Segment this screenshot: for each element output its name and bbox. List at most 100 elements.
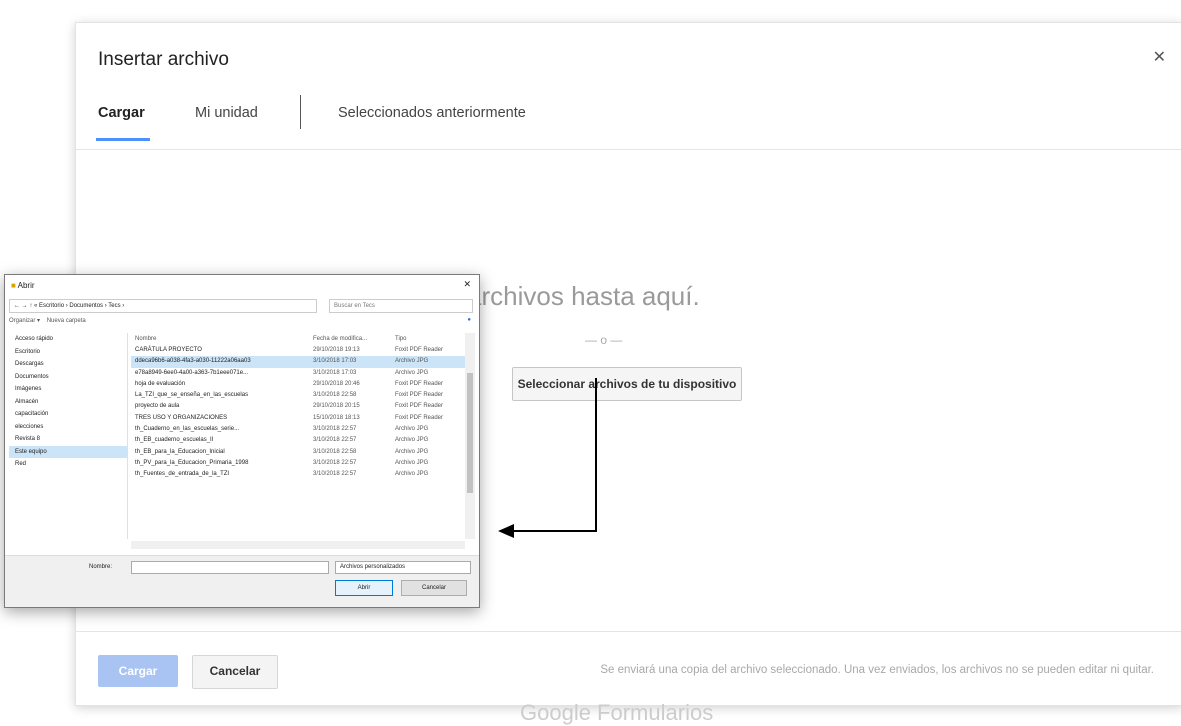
file-type: Foxit PDF Reader xyxy=(395,414,444,421)
win-bottom-bar: Nombre: Archivos personalizados Abrir Ca… xyxy=(5,555,479,607)
close-icon[interactable]: ✕ xyxy=(463,279,471,290)
help-icon[interactable]: ● xyxy=(467,317,471,323)
file-name: th_Cuaderno_en_las_escuelas_serie... xyxy=(135,426,240,433)
nav-item-capacitacion[interactable]: capacitación xyxy=(9,408,127,421)
file-row[interactable]: TRES USO Y ORGANIZACIONES 15/10/2018 18:1… xyxy=(131,413,465,424)
file-row[interactable]: La_TZI_que_se_enseña_en_las_escuelas 3/10… xyxy=(131,390,465,401)
active-tab-indicator xyxy=(96,138,150,141)
file-type: Foxit PDF Reader xyxy=(395,403,444,410)
file-row[interactable]: th_Fuentes_de_entrada_de_la_TZI 3/10/2018… xyxy=(131,469,465,480)
folder-icon: ■ xyxy=(11,281,16,290)
file-name: e78a8949-6ee0-4a00-a363-7b1eee071e... xyxy=(135,369,249,376)
up-arrow-icon[interactable]: ↑ xyxy=(29,303,32,309)
file-row[interactable]: CARÁTULA PROYECTO 29/10/2018 19:13 Foxit P… xyxy=(131,345,465,356)
file-type: Archivo JPG xyxy=(395,358,429,365)
file-date: 29/10/2018 20:15 xyxy=(313,403,360,410)
vertical-scrollbar[interactable] xyxy=(465,333,475,539)
nav-item-downloads[interactable]: Descargas xyxy=(9,358,127,371)
file-date: 3/10/2018 17:03 xyxy=(313,369,357,376)
windows-open-dialog: ■ Abrir ✕ ← → ↑ « Escritorio › Documento… xyxy=(4,274,480,608)
file-type: Archivo JPG xyxy=(395,448,429,455)
file-date: 3/10/2018 22:57 xyxy=(313,426,357,433)
nav-item-documents[interactable]: Documentos xyxy=(9,371,127,384)
win-title: ■ Abrir xyxy=(11,281,35,290)
file-row[interactable]: th_EB_cuaderno_escuelas_II 3/10/2018 22:5… xyxy=(131,435,465,446)
scrollbar-thumb[interactable] xyxy=(467,373,473,493)
close-icon[interactable]: ✕ xyxy=(1153,47,1166,67)
column-name[interactable]: Nombre xyxy=(131,333,313,345)
file-type: Archivo JPG xyxy=(395,471,429,478)
file-row[interactable]: ddeca96b6-a038-4fa3-a030-11222a06aa03 3/1… xyxy=(131,356,465,368)
file-type: Archivo JPG xyxy=(395,369,429,376)
file-type: Archivo JPG xyxy=(395,426,429,433)
column-type[interactable]: Tipo xyxy=(395,333,463,345)
file-name: hoja de evaluación xyxy=(135,380,186,387)
file-name: th_PV_para_la_Educacion_Primaria_1998 xyxy=(135,459,249,466)
file-row[interactable]: th_Cuaderno_en_las_escuelas_serie... 3/10… xyxy=(131,424,465,435)
tab-previously-selected[interactable]: Seleccionados anteriormente xyxy=(338,105,526,121)
file-name: th_EB_para_la_Educacion_Inicial xyxy=(135,448,225,455)
file-name: CARÁTULA PROYECTO xyxy=(135,347,202,353)
nav-item-network[interactable]: Red xyxy=(9,458,127,471)
file-date: 3/10/2018 22:58 xyxy=(313,392,357,399)
file-date: 3/10/2018 22:57 xyxy=(313,437,357,444)
file-name: th_Fuentes_de_entrada_de_la_TZI xyxy=(135,471,230,478)
file-name: proyecto de aula xyxy=(135,403,180,410)
file-date: 3/10/2018 22:58 xyxy=(313,448,357,455)
forward-arrow-icon[interactable]: → xyxy=(22,303,28,309)
dialog-title: Insertar archivo xyxy=(98,49,229,70)
nav-item-revista[interactable]: Revista 8 xyxy=(9,433,127,446)
cancel-button[interactable]: Cancelar xyxy=(192,655,278,689)
file-type: Archivo JPG xyxy=(395,459,429,466)
header-divider xyxy=(76,149,1181,150)
organize-menu[interactable]: Organizar ▾ xyxy=(9,318,40,324)
file-name: th_EB_cuaderno_escuelas_II xyxy=(135,437,214,444)
column-date[interactable]: Fecha de modifica... xyxy=(313,333,395,345)
address-path: « Escritorio › Documentos › Tecs › xyxy=(34,303,125,309)
file-date: 29/10/2018 20:46 xyxy=(313,380,360,387)
win-cancel-button[interactable]: Cancelar xyxy=(401,580,467,596)
file-row[interactable]: proyecto de aula 29/10/2018 20:15 Foxit PD… xyxy=(131,401,465,412)
file-name: TRES USO Y ORGANIZACIONES xyxy=(135,414,228,421)
filename-label: Nombre: xyxy=(89,564,113,570)
search-input[interactable]: Buscar en Tecs xyxy=(329,299,473,313)
win-title-text: Abrir xyxy=(17,281,35,290)
file-type: Foxit PDF Reader xyxy=(395,392,444,399)
filename-input[interactable] xyxy=(131,561,329,574)
tab-my-drive[interactable]: Mi unidad xyxy=(195,105,258,121)
google-forms-logo-text: Google Formularios xyxy=(520,700,714,725)
horizontal-scrollbar[interactable] xyxy=(131,541,465,549)
file-row[interactable]: e78a8949-6ee0-4a00-a363-7b1eee071e... 3/1… xyxy=(131,368,465,379)
upload-button[interactable]: Cargar xyxy=(98,655,178,687)
nav-item-this-pc[interactable]: Este equipo xyxy=(9,445,127,458)
file-row[interactable]: th_PV_para_la_Educacion_Primaria_1998 3/1… xyxy=(131,458,465,469)
tab-upload[interactable]: Cargar xyxy=(98,105,145,121)
file-date: 3/10/2018 17:03 xyxy=(313,358,357,365)
nav-item-images[interactable]: Imágenes xyxy=(9,383,127,396)
file-date: 15/10/2018 18:13 xyxy=(313,414,360,421)
filetype-select[interactable]: Archivos personalizados xyxy=(335,561,471,574)
list-header: Nombre Fecha de modifica... Tipo xyxy=(131,333,465,345)
address-bar[interactable]: ← → ↑ « Escritorio › Documentos › Tecs › xyxy=(9,299,317,313)
win-toolbar: Organizar ▾ Nueva carpeta ● xyxy=(9,317,475,329)
file-type: Foxit PDF Reader xyxy=(395,347,444,353)
or-separator: — o — xyxy=(585,333,623,347)
back-arrow-icon[interactable]: ← xyxy=(14,303,20,309)
nav-item-almacen[interactable]: Almacén xyxy=(9,396,127,409)
nav-item-desktop[interactable]: Escritorio xyxy=(9,346,127,359)
file-date: 29/10/2018 19:13 xyxy=(313,347,360,353)
file-name: ddeca96b6-a038-4fa3-a030-11222a06aa03 xyxy=(135,358,251,365)
file-date: 3/10/2018 22:57 xyxy=(313,471,357,478)
footer-note: Se enviará una copia del archivo selecci… xyxy=(600,664,1154,676)
file-type: Foxit PDF Reader xyxy=(395,380,444,387)
nav-item-quick-access[interactable]: Acceso rápido xyxy=(9,333,127,346)
navigation-pane: Acceso rápido Escritorio Descargas Docum… xyxy=(9,333,128,539)
nav-item-elecciones[interactable]: elecciones xyxy=(9,421,127,434)
select-files-button[interactable]: Seleccionar archivos de tu dispositivo xyxy=(512,367,742,401)
open-button[interactable]: Abrir xyxy=(335,580,393,596)
file-list: Nombre Fecha de modifica... Tipo CARÁTUL… xyxy=(131,333,465,539)
file-row[interactable]: hoja de evaluación 29/10/2018 20:46 Foxit … xyxy=(131,379,465,390)
file-row[interactable]: th_EB_para_la_Educacion_Inicial 3/10/2018… xyxy=(131,447,465,458)
new-folder-button[interactable]: Nueva carpeta xyxy=(47,318,86,324)
file-name: La_TZI_que_se_enseña_en_las_escuelas xyxy=(135,392,249,399)
